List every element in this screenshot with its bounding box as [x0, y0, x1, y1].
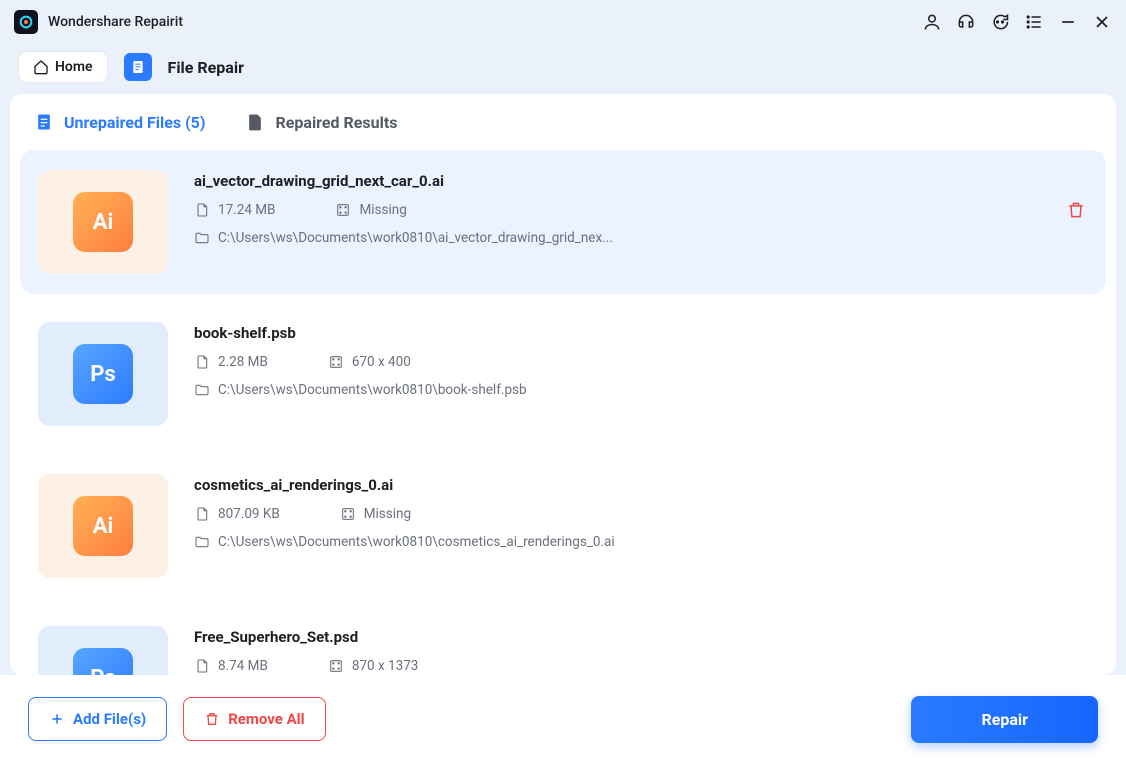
minimize-icon[interactable]	[1058, 12, 1078, 32]
file-size: 807.09 KB	[194, 506, 280, 522]
file-name: book-shelf.psb	[194, 324, 527, 342]
add-files-label: Add File(s)	[73, 710, 146, 728]
file-size: 8.74 MB	[194, 658, 268, 674]
file-size: 2.28 MB	[194, 354, 268, 370]
app-title: Wondershare Repairit	[48, 14, 183, 30]
file-badge: Ps	[73, 648, 133, 675]
main-card: Unrepaired Files (5) Repaired Results Ai…	[10, 94, 1116, 675]
file-path: C:\Users\ws\Documents\work0810\ai_vector…	[194, 230, 613, 246]
add-files-button[interactable]: Add File(s)	[28, 697, 167, 741]
file-path: C:\Users\ws\Documents\work0810\book-shel…	[194, 382, 527, 398]
file-name: ai_vector_drawing_grid_next_car_0.ai	[194, 172, 613, 190]
repair-button[interactable]: Repair	[911, 696, 1098, 743]
file-repair-icon	[124, 53, 152, 81]
home-button[interactable]: Home	[18, 51, 108, 83]
close-icon[interactable]	[1092, 12, 1112, 32]
file-badge: Ai	[73, 496, 133, 556]
app-logo	[14, 10, 38, 34]
file-name: Free_Superhero_Set.psd	[194, 628, 583, 646]
page-title: File Repair	[168, 58, 244, 77]
file-meta: Free_Superhero_Set.psd8.74 MB870 x 1373C…	[194, 626, 583, 675]
file-badge: Ps	[73, 344, 133, 404]
user-icon[interactable]	[922, 12, 942, 32]
repair-label: Repair	[981, 710, 1028, 729]
file-list: Ai ai_vector_drawing_grid_next_car_0.ai 17…	[10, 138, 1116, 675]
home-label: Home	[55, 59, 93, 75]
tab-unrepaired[interactable]: Unrepaired Files (5)	[34, 112, 205, 132]
file-dimensions: 870 x 1373	[328, 658, 419, 674]
file-dimensions: Missing	[335, 202, 406, 218]
file-size: 17.24 MB	[194, 202, 275, 218]
file-thumb: Ai	[38, 170, 168, 274]
file-thumb: Ps	[38, 322, 168, 426]
support-icon[interactable]	[956, 12, 976, 32]
file-thumb: Ps	[38, 626, 168, 675]
titlebar: Wondershare Repairit	[0, 0, 1126, 44]
tab-repaired[interactable]: Repaired Results	[245, 112, 397, 132]
tabs: Unrepaired Files (5) Repaired Results	[10, 94, 1116, 138]
file-row[interactable]: Ps Free_Superhero_Set.psd 8.74 MB 870 x 137…	[20, 606, 1106, 675]
file-dimensions: 670 x 400	[328, 354, 411, 370]
file-name: cosmetics_ai_renderings_0.ai	[194, 476, 615, 494]
file-meta: cosmetics_ai_renderings_0.ai 807.09 KB Mis…	[194, 474, 615, 578]
file-dimensions: Missing	[340, 506, 411, 522]
remove-all-label: Remove All	[228, 710, 304, 728]
feedback-icon[interactable]	[990, 12, 1010, 32]
file-row[interactable]: Ai cosmetics_ai_renderings_0.ai 807.09 KB M…	[20, 454, 1106, 598]
file-badge: Ai	[73, 192, 133, 252]
delete-icon[interactable]	[1066, 200, 1086, 224]
tab-unrepaired-label: Unrepaired Files (5)	[64, 113, 205, 132]
menu-icon[interactable]	[1024, 12, 1044, 32]
file-path: C:\Users\ws\Documents\work0810\cosmetics…	[194, 534, 615, 550]
remove-all-button[interactable]: Remove All	[183, 697, 325, 741]
breadcrumb: Home File Repair	[0, 44, 1126, 90]
file-row[interactable]: Ps book-shelf.psb 2.28 MB 670 x 400 C:\Users…	[20, 302, 1106, 446]
file-row[interactable]: Ai ai_vector_drawing_grid_next_car_0.ai 17…	[20, 150, 1106, 294]
doc-icon	[34, 112, 54, 132]
file-meta: book-shelf.psb 2.28 MB 670 x 400 C:\Users\w…	[194, 322, 527, 426]
file-meta: ai_vector_drawing_grid_next_car_0.ai 17.2…	[194, 170, 613, 274]
file-thumb: Ai	[38, 474, 168, 578]
doc-icon	[245, 112, 265, 132]
tab-repaired-label: Repaired Results	[275, 113, 397, 132]
footer: Add File(s) Remove All Repair	[0, 675, 1126, 763]
